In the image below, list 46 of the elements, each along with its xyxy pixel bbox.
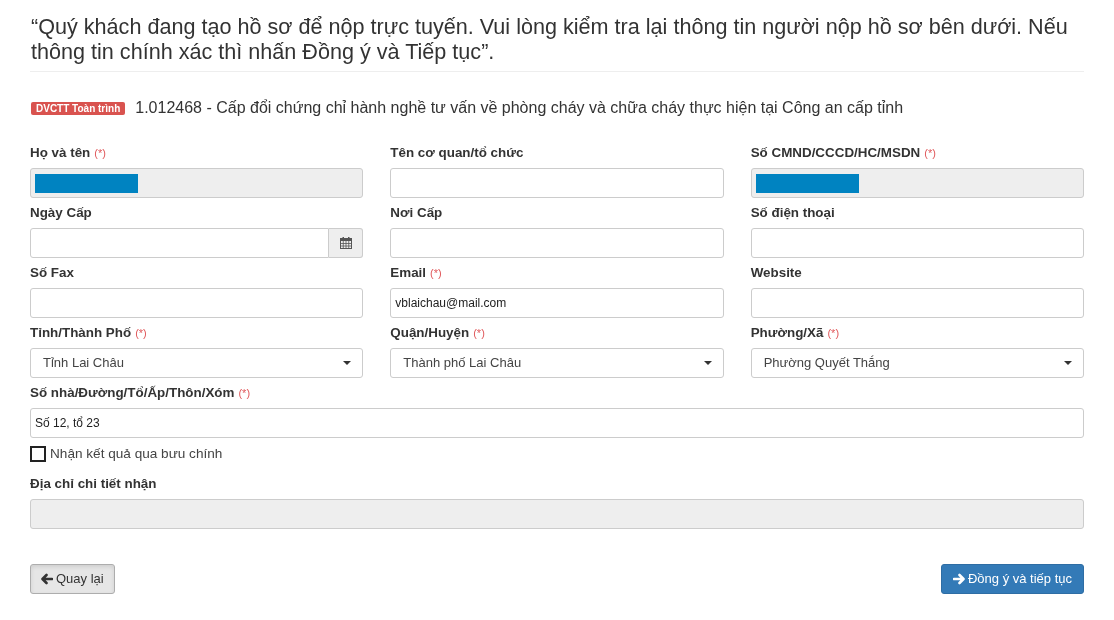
date-field[interactable] [30, 228, 330, 258]
checkbox[interactable] [30, 446, 46, 462]
caret-icon [703, 361, 712, 365]
field-label: Họ và tên [30, 144, 91, 162]
input-field[interactable] [750, 228, 1084, 258]
field-label: Số điện thoại [750, 204, 835, 222]
required-mark: (*) [238, 386, 251, 401]
required-mark: (*) [135, 326, 147, 341]
field-label: Địa chỉ chi tiết nhận [30, 475, 157, 493]
arrow-left-icon [41, 573, 53, 585]
select-field[interactable]: Phường Quyết Thắng [750, 348, 1084, 378]
calendar-button[interactable] [329, 228, 364, 258]
field-label: Website [750, 264, 802, 282]
input-field[interactable] [30, 288, 364, 318]
procedure-title: 1.012468 - Cấp đổi chứng chỉ hành nghề tư vấn về phòng cháy và chữa cháy thực hiện tại Công an cấp tỉnh [135, 98, 904, 118]
required-mark: (*) [94, 146, 106, 161]
input-field[interactable]: Số 12, tổ 23 [30, 408, 1084, 438]
field-label: Quận/Huyện [390, 324, 470, 342]
continue-button[interactable]: Đồng ý và tiếp tục [940, 564, 1084, 594]
field-label: Số CMND/CCCD/HC/MSDN [750, 144, 921, 162]
select-field[interactable]: Thành phố Lai Châu [390, 348, 724, 378]
required-mark: (*) [473, 326, 485, 341]
required-mark: (*) [827, 326, 840, 341]
calendar-icon [339, 237, 352, 249]
input-field[interactable] [750, 288, 1084, 318]
arrow-right-icon [952, 573, 965, 585]
field-label: Tỉnh/Thành Phố [30, 324, 132, 342]
field-label: Ngày Cấp [30, 204, 92, 222]
required-mark: (*) [924, 146, 936, 161]
field-label: Số nhà/Đường/Tổ/Ấp/Thôn/Xóm [30, 384, 235, 402]
field-label: Email [390, 264, 427, 282]
input-field[interactable] [390, 168, 724, 198]
field-label: Tên cơ quan/tổ chức [390, 144, 524, 162]
notice-text: “Quý khách đang tạo hồ sơ để nộp trực tuyến. Vui lòng kiểm tra lại thông tin người nộp hồ sơ bên dưới. Nếu thông tin chính xác thì nhấn Đồng ý và Tiếp tục”. [30, 14, 1069, 64]
back-button[interactable]: Quay lại [30, 564, 115, 594]
input-field[interactable] [390, 228, 724, 258]
input-field[interactable]: vblaichau@mail.com [390, 288, 724, 318]
service-tag: DVCTT Toàn trình [31, 101, 126, 115]
caret-icon [1064, 361, 1072, 365]
field-label: Nơi Cấp [390, 204, 443, 222]
required-mark: (*) [430, 266, 442, 281]
field-label: Số Fax [30, 264, 74, 282]
select-field[interactable]: Tỉnh Lai Châu [30, 348, 364, 378]
caret-icon [343, 361, 352, 365]
field-label: Phường/Xã [750, 324, 824, 342]
checkbox-label: Nhận kết quả qua bưu chính [50, 444, 223, 463]
